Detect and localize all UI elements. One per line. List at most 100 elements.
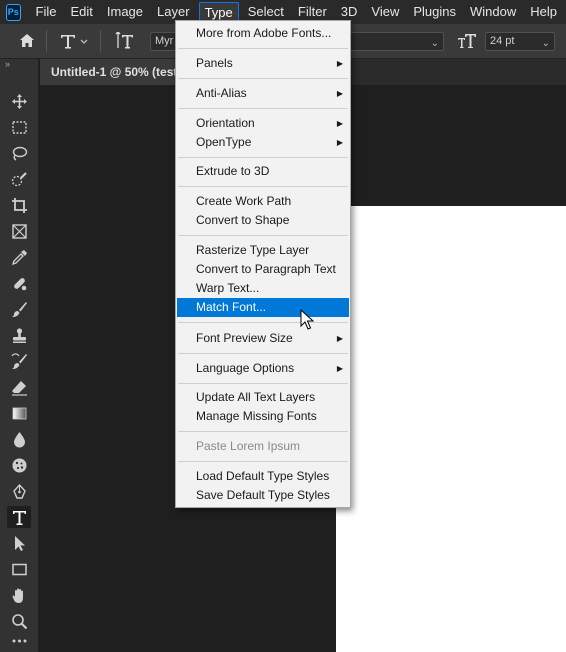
- submenu-arrow-icon: ▶: [336, 334, 343, 343]
- font-size-field[interactable]: 24 pt ⌄: [485, 32, 555, 51]
- menu-item-extrude-to-3d[interactable]: Extrude to 3D: [177, 162, 349, 181]
- menu-item-label: Match Font...: [196, 300, 267, 314]
- menu-item-language-options[interactable]: Language Options ▶: [177, 359, 349, 378]
- menu-file[interactable]: File: [31, 2, 62, 22]
- clone-stamp-tool-icon[interactable]: [7, 324, 31, 346]
- menu-item-convert-to-shape[interactable]: Convert to Shape: [177, 211, 349, 230]
- menu-view[interactable]: View: [366, 2, 404, 22]
- menu-item-panels[interactable]: Panels ▶: [177, 54, 349, 73]
- quick-selection-tool-icon[interactable]: [7, 168, 31, 190]
- menu-item-label: OpenType: [196, 135, 252, 149]
- menu-item-label: Anti-Alias: [196, 86, 247, 100]
- menu-item-label: Extrude to 3D: [196, 164, 270, 178]
- horizontal-type-tool-icon[interactable]: [7, 506, 31, 528]
- menu-item-anti-alias[interactable]: Anti-Alias ▶: [177, 84, 349, 103]
- mouse-pointer-icon: [300, 309, 314, 330]
- spot-healing-brush-tool-icon[interactable]: [7, 272, 31, 294]
- menu-item-match-font[interactable]: Match Font...: [177, 298, 349, 317]
- toggle-text-orientation-icon[interactable]: [112, 30, 136, 52]
- path-selection-tool-icon[interactable]: [7, 532, 31, 554]
- menu-item-label: Panels: [196, 56, 233, 70]
- menu-separator: [178, 353, 348, 354]
- zoom-tool-icon[interactable]: [7, 610, 31, 632]
- menu-separator: [178, 461, 348, 462]
- document-tab[interactable]: Untitled-1 @ 50% (test,: [40, 59, 190, 85]
- menu-3d[interactable]: 3D: [336, 2, 363, 22]
- chevron-down-icon: ⌄: [430, 38, 439, 49]
- submenu-arrow-icon: ▶: [336, 138, 343, 147]
- menu-item-update-all-text-layers[interactable]: Update All Text Layers: [177, 388, 349, 407]
- move-tool-icon[interactable]: [7, 90, 31, 112]
- menu-item-save-default-type-styles[interactable]: Save Default Type Styles: [177, 486, 349, 505]
- menu-item-opentype[interactable]: OpenType ▶: [177, 133, 349, 152]
- menu-item-warp-text[interactable]: Warp Text...: [177, 279, 349, 298]
- font-size-icon: [456, 30, 478, 52]
- menu-separator: [178, 108, 348, 109]
- menu-item-font-preview-size[interactable]: Font Preview Size ▶: [177, 329, 349, 348]
- eyedropper-tool-icon[interactable]: [7, 246, 31, 268]
- menu-type[interactable]: Type: [198, 2, 239, 22]
- photoshop-logo-icon: Ps: [6, 3, 21, 21]
- brush-tool-icon[interactable]: [7, 298, 31, 320]
- menu-separator: [178, 383, 348, 384]
- menu-separator: [178, 157, 348, 158]
- submenu-arrow-icon: ▶: [336, 119, 343, 128]
- home-icon[interactable]: [14, 30, 40, 52]
- menu-image[interactable]: Image: [102, 2, 148, 22]
- menu-item-orientation[interactable]: Orientation ▶: [177, 114, 349, 133]
- crop-tool-icon[interactable]: [7, 194, 31, 216]
- menu-separator: [178, 186, 348, 187]
- rectangle-tool-icon[interactable]: [7, 558, 31, 580]
- hand-tool-icon[interactable]: [7, 584, 31, 606]
- menu-item-label: Save Default Type Styles: [196, 488, 330, 502]
- menu-separator: [178, 78, 348, 79]
- blur-tool-icon[interactable]: [7, 428, 31, 450]
- pen-tool-icon[interactable]: [7, 480, 31, 502]
- gradient-tool-icon[interactable]: [7, 402, 31, 424]
- menu-item-more-from-adobe-fonts[interactable]: More from Adobe Fonts...: [177, 24, 349, 43]
- sponge-tool-icon[interactable]: [7, 454, 31, 476]
- rectangular-marquee-tool-icon[interactable]: [7, 116, 31, 138]
- menu-filter[interactable]: Filter: [293, 2, 332, 22]
- menu-item-label: Paste Lorem Ipsum: [196, 439, 301, 453]
- menu-window[interactable]: Window: [465, 2, 521, 22]
- menu-item-create-work-path[interactable]: Create Work Path: [177, 192, 349, 211]
- more-tools-icon[interactable]: [7, 634, 31, 648]
- menu-item-rasterize-type-layer[interactable]: Rasterize Type Layer: [177, 241, 349, 260]
- menu-item-label: More from Adobe Fonts...: [196, 26, 332, 40]
- menu-item-label: Load Default Type Styles: [196, 469, 330, 483]
- menu-item-label: Warp Text...: [196, 281, 260, 295]
- eraser-tool-icon[interactable]: [7, 376, 31, 398]
- tools-panel: »: [0, 59, 39, 652]
- menu-item-label: Update All Text Layers: [196, 390, 316, 404]
- menu-help[interactable]: Help: [525, 2, 562, 22]
- menu-item-label: Orientation: [196, 116, 255, 130]
- menu-layer[interactable]: Layer: [152, 2, 195, 22]
- frame-tool-icon[interactable]: [7, 220, 31, 242]
- menu-item-label: Font Preview Size: [196, 331, 293, 345]
- submenu-arrow-icon: ▶: [336, 364, 343, 373]
- menu-edit[interactable]: Edit: [65, 2, 97, 22]
- menu-item-load-default-type-styles[interactable]: Load Default Type Styles: [177, 467, 349, 486]
- menu-select[interactable]: Select: [243, 2, 289, 22]
- menu-plugins[interactable]: Plugins: [408, 2, 461, 22]
- submenu-arrow-icon: ▶: [336, 59, 343, 68]
- menu-item-paste-lorem-ipsum: Paste Lorem Ipsum: [177, 437, 349, 456]
- collapse-panel-icon[interactable]: »: [5, 59, 10, 69]
- menu-item-label: Create Work Path: [196, 194, 292, 208]
- document-canvas[interactable]: [336, 206, 566, 652]
- menu-item-convert-to-paragraph-text[interactable]: Convert to Paragraph Text: [177, 260, 349, 279]
- menu-item-label: Convert to Paragraph Text: [196, 262, 336, 276]
- font-size-value: 24 pt: [490, 35, 515, 47]
- menu-separator: [178, 431, 348, 432]
- lasso-tool-icon[interactable]: [7, 142, 31, 164]
- submenu-arrow-icon: ▶: [336, 89, 343, 98]
- type-tool-preset-icon[interactable]: [56, 30, 92, 52]
- menu-item-label: Language Options: [196, 361, 295, 375]
- font-family-value: Myr: [155, 35, 174, 47]
- menu-item-label: Convert to Shape: [196, 213, 290, 227]
- menu-separator: [178, 235, 348, 236]
- menu-separator: [178, 322, 348, 323]
- history-brush-tool-icon[interactable]: [7, 350, 31, 372]
- menu-item-manage-missing-fonts[interactable]: Manage Missing Fonts: [177, 407, 349, 426]
